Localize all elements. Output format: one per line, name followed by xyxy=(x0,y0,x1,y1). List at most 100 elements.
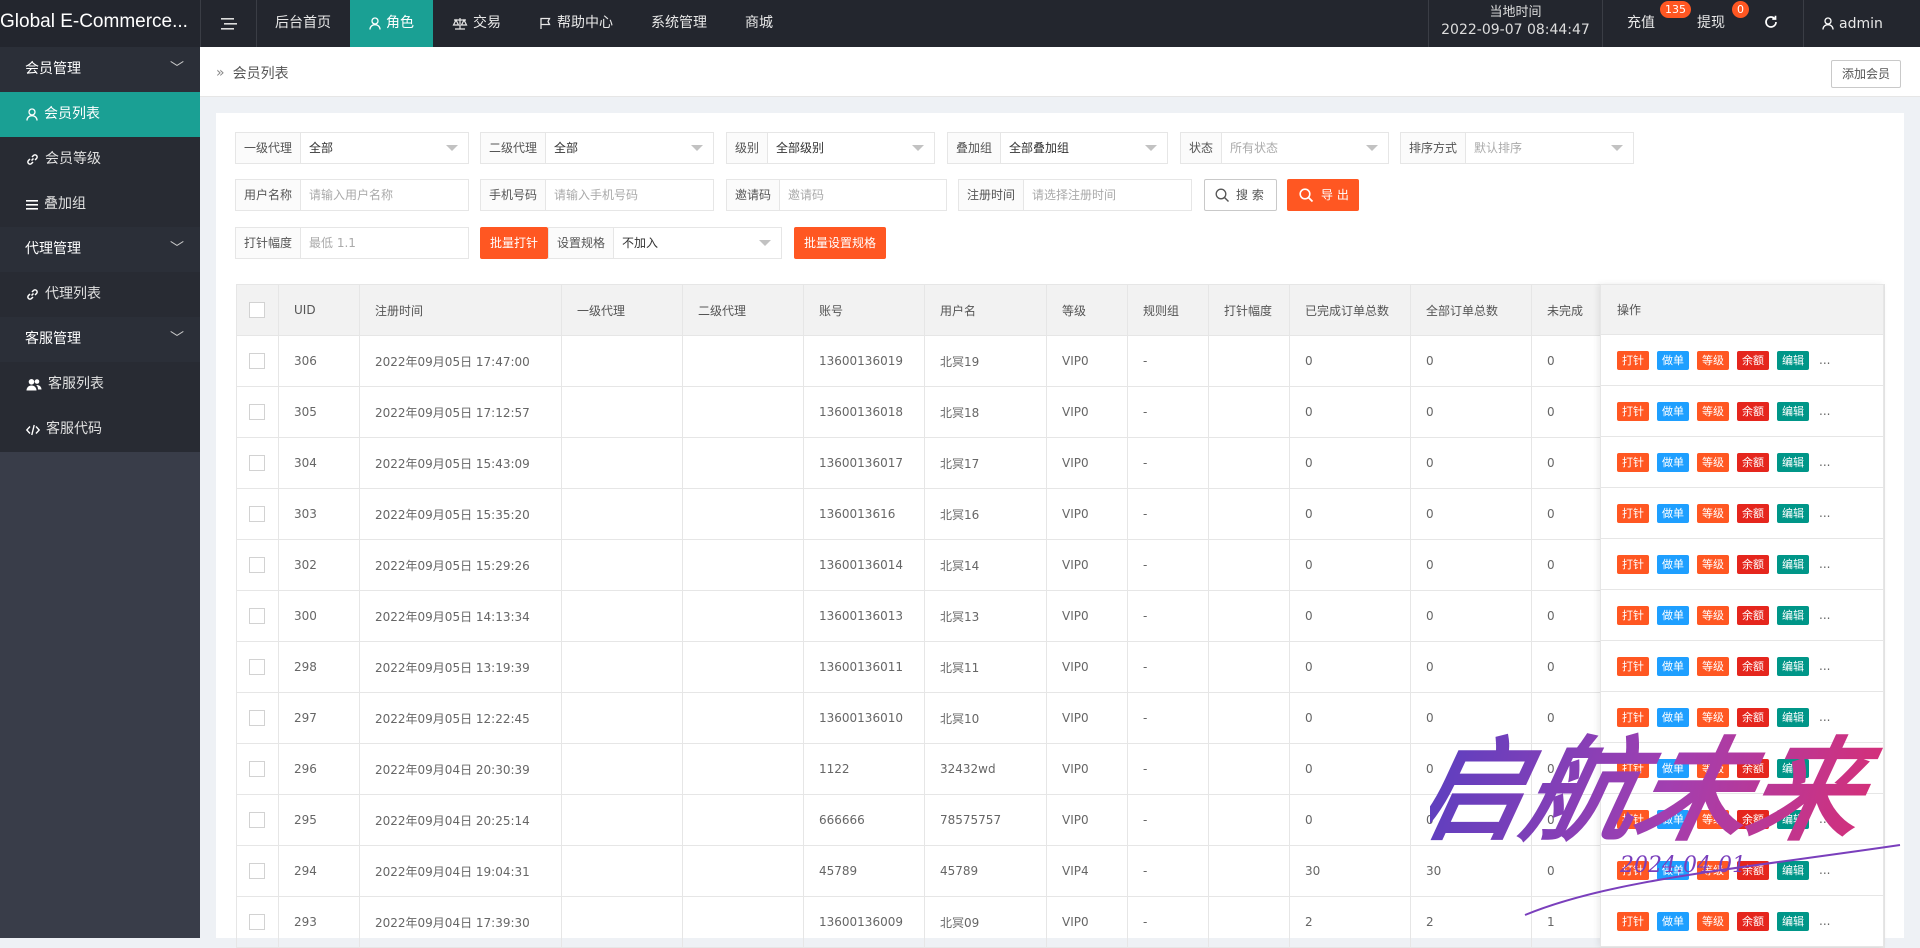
nav-home[interactable]: 后台首页 xyxy=(256,0,350,47)
row-checkbox[interactable] xyxy=(249,557,265,573)
needle-button[interactable]: 打针 xyxy=(1617,911,1649,931)
edit-button[interactable]: 编辑 xyxy=(1777,911,1809,931)
app-logo[interactable]: Global E-Commerce... xyxy=(0,0,200,47)
more-icon[interactable]: ... xyxy=(1819,659,1830,673)
row-checkbox[interactable] xyxy=(249,455,265,471)
nav-mall[interactable]: 商城 xyxy=(726,0,792,47)
phone-input[interactable]: 手机号码 请输入手机号码 xyxy=(480,179,714,211)
order-button[interactable]: 做单 xyxy=(1657,656,1689,676)
edit-button[interactable]: 编辑 xyxy=(1777,401,1809,421)
col-done-orders[interactable]: 已完成订单总数 xyxy=(1289,284,1411,336)
level-button[interactable]: 等级 xyxy=(1697,860,1729,880)
balance-button[interactable]: 余额 xyxy=(1737,554,1769,574)
more-icon[interactable]: ... xyxy=(1819,812,1830,826)
balance-button[interactable]: 余额 xyxy=(1737,707,1769,727)
col-register-time[interactable]: 注册时间 xyxy=(359,284,562,336)
add-member-button[interactable]: 添加会员 xyxy=(1830,60,1901,88)
balance-button[interactable]: 余额 xyxy=(1737,656,1769,676)
sidebar-group-agents[interactable]: 代理管理 ﹀ xyxy=(0,227,200,272)
sidebar-item-overlay-group[interactable]: 叠加组 xyxy=(0,182,200,227)
level2-agent-select[interactable]: 二级代理 全部 xyxy=(480,132,714,164)
edit-button[interactable]: 编辑 xyxy=(1777,350,1809,370)
level1-agent-select[interactable]: 一级代理 全部 xyxy=(235,132,469,164)
needle-button[interactable]: 打针 xyxy=(1617,758,1649,778)
user-menu[interactable]: admin xyxy=(1822,0,1883,47)
more-icon[interactable]: ... xyxy=(1819,761,1830,775)
edit-button[interactable]: 编辑 xyxy=(1777,707,1809,727)
needle-range-input[interactable]: 打针幅度 最低 1.1 xyxy=(235,227,469,259)
col-level[interactable]: 等级 xyxy=(1046,284,1128,336)
sidebar-group-service[interactable]: 客服管理 ﹀ xyxy=(0,317,200,362)
row-checkbox[interactable] xyxy=(249,353,265,369)
col-needle[interactable]: 打针幅度 xyxy=(1208,284,1290,336)
col-username[interactable]: 用户名 xyxy=(924,284,1047,336)
col-rule-group[interactable]: 规则组 xyxy=(1127,284,1209,336)
sidebar-item-service-list[interactable]: 客服列表 xyxy=(0,362,200,407)
row-checkbox[interactable] xyxy=(249,863,265,879)
edit-button[interactable]: 编辑 xyxy=(1777,656,1809,676)
row-checkbox[interactable] xyxy=(249,506,265,522)
batch-needle-button[interactable]: 批量打针 xyxy=(480,227,548,259)
col-total-orders[interactable]: 全部订单总数 xyxy=(1410,284,1532,336)
level-button[interactable]: 等级 xyxy=(1697,503,1729,523)
needle-button[interactable]: 打针 xyxy=(1617,554,1649,574)
row-checkbox[interactable] xyxy=(249,608,265,624)
more-icon[interactable]: ... xyxy=(1819,863,1830,877)
balance-button[interactable]: 余额 xyxy=(1737,350,1769,370)
level-button[interactable]: 等级 xyxy=(1697,911,1729,931)
search-button[interactable]: 搜 索 xyxy=(1204,179,1277,211)
row-checkbox[interactable] xyxy=(249,659,265,675)
col-uid[interactable]: UID xyxy=(278,284,360,336)
more-icon[interactable]: ... xyxy=(1819,404,1830,418)
order-button[interactable]: 做单 xyxy=(1657,350,1689,370)
edit-button[interactable]: 编辑 xyxy=(1777,605,1809,625)
grade-select[interactable]: 级别 全部级别 xyxy=(726,132,935,164)
menu-toggle-icon[interactable] xyxy=(201,0,256,47)
needle-button[interactable]: 打针 xyxy=(1617,350,1649,370)
edit-button[interactable]: 编辑 xyxy=(1777,860,1809,880)
overlay-group-select[interactable]: 叠加组 全部叠加组 xyxy=(947,132,1168,164)
needle-button[interactable]: 打针 xyxy=(1617,656,1649,676)
balance-button[interactable]: 余额 xyxy=(1737,401,1769,421)
status-select[interactable]: 状态 所有状态 xyxy=(1180,132,1389,164)
nav-trade[interactable]: 交易 xyxy=(433,0,520,47)
more-icon[interactable]: ... xyxy=(1819,710,1830,724)
order-button[interactable]: 做单 xyxy=(1657,911,1689,931)
rule-select[interactable]: 设置规格 不加入 xyxy=(548,227,782,259)
edit-button[interactable]: 编辑 xyxy=(1777,758,1809,778)
col-agent2[interactable]: 二级代理 xyxy=(682,284,804,336)
sidebar-item-member-list[interactable]: 会员列表 xyxy=(0,92,200,137)
order-button[interactable]: 做单 xyxy=(1657,707,1689,727)
sidebar-item-service-code[interactable]: 客服代码 xyxy=(0,407,200,452)
sidebar-item-member-level[interactable]: 会员等级 xyxy=(0,137,200,182)
recharge-link[interactable]: 充值 xyxy=(1627,0,1655,47)
username-input[interactable]: 用户名称 请输入用户名称 xyxy=(235,179,469,211)
balance-button[interactable]: 余额 xyxy=(1737,911,1769,931)
row-checkbox[interactable] xyxy=(249,404,265,420)
batch-rule-button[interactable]: 批量设置规格 xyxy=(794,227,886,259)
level-button[interactable]: 等级 xyxy=(1697,656,1729,676)
register-time-input[interactable]: 注册时间 请选择注册时间 xyxy=(958,179,1192,211)
order-button[interactable]: 做单 xyxy=(1657,452,1689,472)
needle-button[interactable]: 打针 xyxy=(1617,860,1649,880)
edit-button[interactable]: 编辑 xyxy=(1777,809,1809,829)
more-icon[interactable]: ... xyxy=(1819,455,1830,469)
sort-select[interactable]: 排序方式 默认排序 xyxy=(1400,132,1634,164)
more-icon[interactable]: ... xyxy=(1819,506,1830,520)
order-button[interactable]: 做单 xyxy=(1657,860,1689,880)
sidebar-group-members[interactable]: 会员管理 ﹀ xyxy=(0,47,200,92)
more-icon[interactable]: ... xyxy=(1819,557,1830,571)
needle-button[interactable]: 打针 xyxy=(1617,503,1649,523)
row-checkbox[interactable] xyxy=(249,914,265,930)
more-icon[interactable]: ... xyxy=(1819,353,1830,367)
balance-button[interactable]: 余额 xyxy=(1737,452,1769,472)
row-checkbox[interactable] xyxy=(249,812,265,828)
level-button[interactable]: 等级 xyxy=(1697,605,1729,625)
level-button[interactable]: 等级 xyxy=(1697,452,1729,472)
select-all-checkbox[interactable] xyxy=(249,302,265,318)
edit-button[interactable]: 编辑 xyxy=(1777,452,1809,472)
level-button[interactable]: 等级 xyxy=(1697,350,1729,370)
export-button[interactable]: 导 出 xyxy=(1287,179,1359,211)
needle-button[interactable]: 打针 xyxy=(1617,809,1649,829)
order-button[interactable]: 做单 xyxy=(1657,605,1689,625)
